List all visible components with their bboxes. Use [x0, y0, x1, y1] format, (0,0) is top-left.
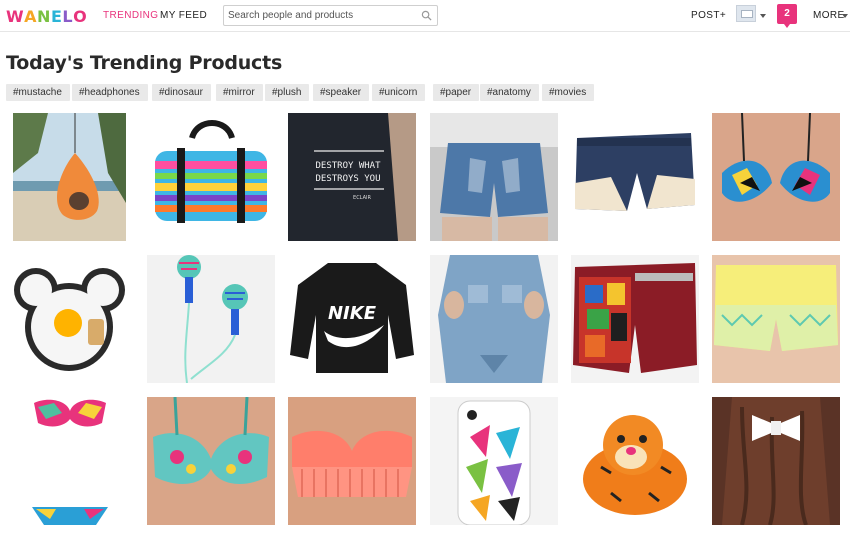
tag-paper[interactable]: #paper	[433, 84, 480, 101]
logo-letter: O	[73, 7, 88, 26]
tag-anatomy[interactable]: #anatomy	[480, 84, 539, 101]
logo-letter: A	[24, 7, 38, 26]
product-tile[interactable]	[147, 397, 275, 525]
product-tile[interactable]: NIKE	[288, 255, 416, 383]
product-tile[interactable]	[430, 397, 558, 525]
product-grid: DESTROY WHAT DESTROYS YOU ECLAIR NIKE	[0, 113, 850, 533]
page-title: Today's Trending Products	[6, 52, 283, 74]
top-navigation-bar: WANELO TRENDING MY FEED POST+ 2 MORE	[0, 0, 850, 32]
product-tile[interactable]	[712, 255, 840, 383]
logo-letter: N	[37, 7, 51, 26]
product-image-nike-sweatshirt: NIKE	[288, 255, 416, 383]
product-tile[interactable]	[13, 113, 126, 241]
more-label: MORE	[813, 10, 845, 21]
product-image-destroy-sweatshirt: DESTROY WHAT DESTROYS YOU ECLAIR	[288, 113, 416, 241]
product-image-yellow-aztec-shorts	[712, 255, 840, 383]
chevron-down-icon	[842, 14, 848, 18]
tag-unicorn[interactable]: #unicorn	[372, 84, 426, 101]
product-tile[interactable]	[288, 397, 416, 525]
nav-my-feed-link[interactable]: MY FEED	[160, 10, 207, 21]
account-menu[interactable]	[736, 5, 766, 25]
product-tile[interactable]	[6, 397, 133, 525]
product-tile[interactable]	[571, 397, 699, 525]
product-image-chambray-shirt	[430, 255, 558, 383]
logo-letter: W	[6, 7, 25, 26]
product-image-tribal-bikini-top	[712, 113, 840, 241]
tag-speaker[interactable]: #speaker	[313, 84, 370, 101]
product-tile[interactable]	[147, 113, 275, 241]
product-tile[interactable]	[712, 113, 840, 241]
sweatshirt-print-line: DESTROY WHAT	[315, 161, 381, 171]
product-image-aztec-bikini	[6, 397, 133, 525]
sweatshirt-print-line: DESTROYS YOU	[315, 174, 380, 184]
logo-letter: E	[50, 7, 63, 26]
search-input[interactable]	[228, 8, 418, 23]
product-image-aztec-earbuds	[147, 255, 275, 383]
sweatshirt-logo-text: NIKE	[328, 303, 377, 324]
tag-mustache[interactable]: #mustache	[6, 84, 70, 101]
product-tile[interactable]: DESTROY WHAT DESTROYS YOU ECLAIR	[288, 113, 416, 241]
product-image-tigger-pillow-pet	[571, 397, 699, 525]
tag-mirror[interactable]: #mirror	[216, 84, 263, 101]
product-tile[interactable]	[6, 255, 133, 383]
product-tile[interactable]	[712, 397, 840, 525]
product-image-hanging-pod-chair	[13, 113, 126, 241]
chevron-down-icon	[760, 14, 766, 18]
product-image-floral-bandeau	[147, 397, 275, 525]
tag-dinosaur[interactable]: #dinosaur	[152, 84, 211, 101]
tag-plush[interactable]: #plush	[265, 84, 310, 101]
product-tile[interactable]	[571, 113, 699, 241]
notification-badge[interactable]: 2	[777, 4, 797, 28]
sweatshirt-small-print: ECLAIR	[353, 195, 371, 201]
product-tile[interactable]	[571, 255, 699, 383]
product-image-striped-duffel-bag	[147, 113, 275, 241]
product-tile[interactable]	[430, 255, 558, 383]
product-image-comic-studded-shorts	[571, 255, 699, 383]
tag-movies[interactable]: #movies	[542, 84, 595, 101]
product-image-lace-denim-shorts	[571, 113, 699, 241]
product-tile[interactable]	[147, 255, 275, 383]
product-image-white-hair-bow	[712, 397, 840, 525]
logo-letter: L	[62, 7, 74, 26]
more-menu-button[interactable]: MORE	[813, 10, 848, 21]
search-icon[interactable]	[421, 10, 432, 21]
product-image-mickey-egg-mold	[6, 255, 133, 383]
product-image-feather-phone-case	[430, 397, 558, 525]
wanelo-logo[interactable]: WANELO	[6, 7, 87, 26]
product-image-fringe-bikini	[288, 397, 416, 525]
tag-headphones[interactable]: #headphones	[72, 84, 148, 101]
nav-trending-link[interactable]: TRENDING	[103, 10, 158, 21]
search-box	[223, 5, 438, 26]
product-tile[interactable]	[430, 113, 558, 241]
product-image-embellished-denim-shorts	[430, 113, 558, 241]
avatar	[736, 5, 756, 22]
post-button[interactable]: POST+	[691, 10, 726, 21]
